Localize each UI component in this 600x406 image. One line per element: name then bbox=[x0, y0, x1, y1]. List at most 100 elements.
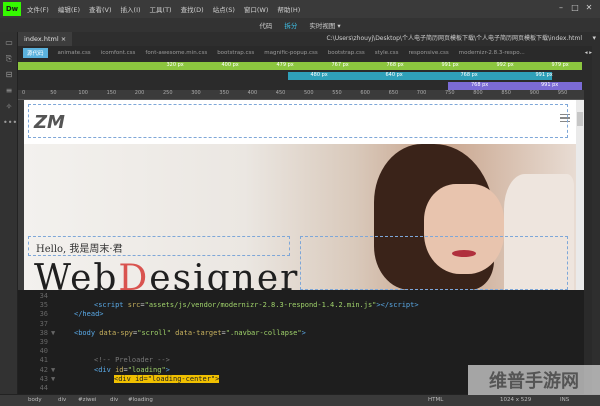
ruler-tick-600: 600 bbox=[360, 90, 370, 96]
mq-green-label-7[interactable]: 979 px bbox=[552, 62, 569, 68]
ruler-tick-850: 850 bbox=[501, 90, 511, 96]
file-tab-8[interactable]: responsive.css bbox=[409, 50, 449, 56]
document-path: C:\Users\zhouyj\Desktop\个人电子简历网页模板下载\个人电… bbox=[326, 35, 582, 42]
maximize-icon[interactable]: □ bbox=[568, 3, 582, 12]
tab-index[interactable]: index.html × bbox=[18, 32, 73, 46]
code-text: <div id="loading"> bbox=[94, 365, 170, 374]
mq-green-label-6[interactable]: 992 px bbox=[497, 62, 514, 68]
code-line[interactable]: 34 bbox=[18, 292, 584, 301]
media-query-bar-purple[interactable] bbox=[448, 82, 582, 90]
header-guide bbox=[28, 104, 568, 138]
file-tab-3[interactable]: font-awesome.min.css bbox=[145, 50, 207, 56]
design-view[interactable]: ZM Hello, 我是周末·君 WebDesigner bbox=[24, 100, 576, 290]
ruler-tick-700: 700 bbox=[416, 90, 427, 96]
related-files-bar: 源代码 animate.css icomfont.css font-awesome.m… bbox=[18, 46, 600, 60]
file-tab-6[interactable]: bootstrap.css bbox=[328, 50, 365, 56]
design-scrollbar[interactable] bbox=[576, 100, 584, 290]
ruler-tick-750: 750 bbox=[445, 90, 455, 96]
code-line[interactable]: 38 ▼ <body data-spy="scroll" data-target="… bbox=[18, 329, 584, 338]
format-icon[interactable]: ≡ bbox=[3, 86, 15, 96]
mq-green-label-5[interactable]: 991 px bbox=[442, 62, 459, 68]
menu-bar: Dw 文件(F) 编辑(E) 查看(V) 插入(I) 工具(T) 查找(D) 站点(S) 窗口… bbox=[0, 0, 600, 18]
mq-green-label-1[interactable]: 400 px bbox=[222, 62, 239, 68]
status-item-3[interactable]: div bbox=[110, 397, 118, 403]
file-icon[interactable]: ▭ bbox=[3, 38, 15, 48]
file-tab-5[interactable]: magnific-popup.css bbox=[264, 50, 318, 56]
code-view-button[interactable]: 代码 bbox=[259, 20, 272, 30]
menu-item-6[interactable]: 站点(S) bbox=[213, 4, 235, 14]
tool-rail: ▭ ⎘ ⊟ ≡ ✧ ••• bbox=[0, 32, 18, 394]
line-number: 37 bbox=[39, 319, 48, 328]
dreamweaver-logo: Dw bbox=[3, 2, 21, 16]
mq-teal-label-1[interactable]: 640 px bbox=[386, 72, 403, 78]
code-line[interactable]: 39 bbox=[18, 338, 584, 347]
line-number: 39 bbox=[39, 338, 48, 346]
code-text: <script src="assets/js/vendor/modernizr-… bbox=[94, 301, 419, 310]
status-item-0[interactable]: body bbox=[28, 397, 42, 403]
file-scroll-icon[interactable]: ◂ ▸ bbox=[585, 50, 592, 56]
more-icon[interactable]: ••• bbox=[3, 118, 17, 128]
close-icon[interactable]: ✕ bbox=[582, 3, 596, 12]
line-number: 36 bbox=[39, 310, 48, 319]
status-item-4[interactable]: #loading bbox=[128, 397, 153, 403]
code-line[interactable]: 37 bbox=[18, 320, 584, 329]
filter-icon[interactable]: ▾ bbox=[592, 34, 596, 42]
code-line[interactable]: 40 bbox=[18, 347, 584, 356]
menu-item-8[interactable]: 帮助(H) bbox=[277, 4, 300, 14]
horizontal-ruler: 0 50 100 150 200 250 300 350 400 450 500 550 600 650 7… bbox=[18, 90, 584, 100]
menu-item-1[interactable]: 编辑(E) bbox=[58, 4, 80, 14]
menu-item-4[interactable]: 工具(T) bbox=[150, 4, 172, 14]
css-icon[interactable]: ✧ bbox=[3, 102, 15, 112]
menu-item-2[interactable]: 查看(V) bbox=[89, 4, 112, 14]
status-item-2[interactable]: #ziwei bbox=[78, 397, 96, 403]
mq-green-label-2[interactable]: 479 px bbox=[277, 62, 294, 68]
code-line[interactable]: 35 <script src="assets/js/vendor/moderniz… bbox=[18, 301, 584, 310]
code-text: </head> bbox=[74, 310, 104, 319]
mq-green-label-4[interactable]: 768 px bbox=[387, 62, 404, 68]
file-tab-1[interactable]: animate.css bbox=[58, 50, 91, 56]
code-text: <!-- Preloader --> bbox=[94, 356, 170, 365]
right-panel-strip bbox=[592, 46, 600, 394]
fold-icon[interactable]: ▼ bbox=[51, 375, 55, 383]
fold-icon[interactable]: ▼ bbox=[51, 366, 55, 374]
scroll-thumb[interactable] bbox=[577, 112, 583, 126]
insert-icon[interactable]: ⎘ bbox=[3, 54, 15, 64]
status-item-1[interactable]: div bbox=[58, 397, 66, 403]
menu-item-0[interactable]: 文件(F) bbox=[27, 4, 49, 14]
mq-green-label-3[interactable]: 767 px bbox=[332, 62, 349, 68]
hero-title: WebDesigner bbox=[34, 258, 300, 290]
view-bar: 代码 拆分 实时视图 ▾ bbox=[0, 18, 600, 32]
dom-icon[interactable]: ⊟ bbox=[3, 70, 15, 80]
menu-item-5[interactable]: 查找(D) bbox=[181, 4, 204, 14]
menu-item-7[interactable]: 窗口(W) bbox=[244, 4, 269, 14]
file-tab-7[interactable]: style.css bbox=[375, 50, 399, 56]
status-item-6: 1024 x 529 bbox=[500, 397, 532, 403]
live-view-button[interactable]: 实时视图 ▾ bbox=[309, 20, 340, 30]
line-number: 43 bbox=[39, 374, 48, 383]
file-tab-2[interactable]: icomfont.css bbox=[101, 50, 136, 56]
file-tab-4[interactable]: bootstrap.css bbox=[217, 50, 254, 56]
mq-teal-label-2[interactable]: 768 px bbox=[461, 72, 478, 78]
mq-green-label-0[interactable]: 320 px bbox=[167, 62, 184, 68]
code-text: <div id="loading-center"> bbox=[114, 374, 220, 383]
ruler-tick-50: 50 bbox=[50, 90, 57, 96]
mq-teal-label-0[interactable]: 480 px bbox=[311, 72, 328, 78]
document-tabs: index.html × C:\Users\zhouyj\Desktop\个人电… bbox=[18, 32, 600, 46]
mq-purple-label-0[interactable]: 768 px bbox=[471, 82, 488, 88]
code-line[interactable]: 36 </head> bbox=[18, 310, 584, 319]
file-tab-9[interactable]: modernizr-2.8.3-respo... bbox=[459, 50, 525, 56]
ruler-tick-400: 400 bbox=[247, 90, 258, 96]
mq-purple-label-1[interactable]: 991 px bbox=[541, 82, 558, 88]
ruler-tick-350: 350 bbox=[219, 90, 229, 96]
right-guide bbox=[300, 236, 568, 290]
minimize-icon[interactable]: – bbox=[554, 3, 568, 12]
ruler-tick-450: 450 bbox=[275, 90, 286, 96]
mq-teal-label-3[interactable]: 991 px bbox=[536, 72, 553, 78]
ruler-tick-550: 550 bbox=[332, 90, 342, 96]
fold-icon[interactable]: ▼ bbox=[51, 329, 55, 337]
file-tab-0[interactable]: 源代码 bbox=[23, 48, 48, 58]
status-bar: body div #ziwei div #loading HTML 1024 x 529 IN… bbox=[0, 394, 600, 406]
split-view-button[interactable]: 拆分 bbox=[284, 20, 297, 30]
line-number: 40 bbox=[39, 347, 48, 356]
menu-item-3[interactable]: 插入(I) bbox=[121, 4, 141, 14]
